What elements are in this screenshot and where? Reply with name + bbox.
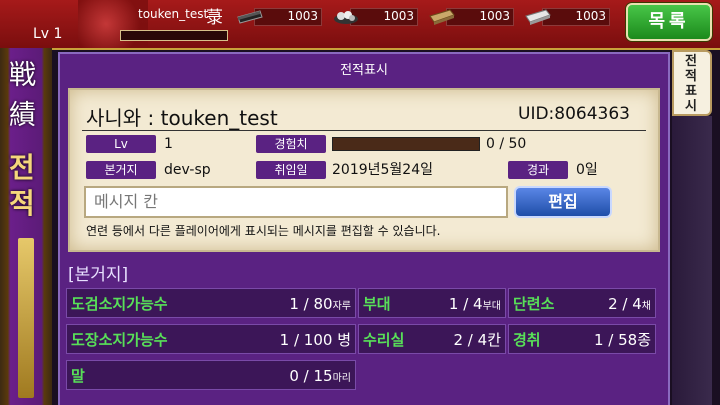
player-name: touken_test — [138, 7, 209, 21]
resource-steel: 1003 — [332, 7, 418, 26]
stat-label: 수리실 — [363, 331, 405, 349]
stat-label: 도검소지가능수 — [71, 295, 168, 313]
tab-record-display[interactable]: 전적표시 — [672, 50, 712, 116]
experience-tag: 경험치 — [256, 135, 326, 153]
resource-whetstone: 1003 — [524, 7, 610, 26]
resource-charcoal: 1003 — [236, 7, 322, 26]
stat-label: 경취 — [513, 331, 541, 349]
experience-value: 0 / 50 — [486, 136, 527, 152]
player-name-title: 사니와 : touken_test — [86, 106, 278, 130]
level-progress-bar — [120, 30, 228, 41]
stat-sword-capacity: 도검소지가능수 1 / 80자루 — [66, 288, 356, 318]
resource-cooling-material: 1003 — [428, 7, 514, 26]
screen-title-banner: 戦績 전적 — [0, 48, 52, 405]
level-value: 1 — [164, 136, 173, 152]
card-divider — [82, 130, 646, 131]
stat-unit: 자루 — [332, 301, 351, 312]
resource-value: 1003 — [479, 9, 510, 23]
joined-date-value: 2019년5월24일 — [332, 162, 433, 178]
stat-label: 단련소 — [513, 295, 555, 313]
stat-label: 말 — [71, 367, 85, 385]
elapsed-value: 0일 — [576, 162, 598, 178]
base-section-title: [본거지] — [68, 265, 129, 285]
stat-unit: 칸 — [487, 331, 501, 349]
banner-title-korean: 전적 — [9, 151, 35, 220]
stat-units: 부대 1 / 4부대 — [358, 288, 506, 318]
side-tab-strip — [672, 116, 712, 405]
base-value: dev-sp — [164, 162, 211, 178]
elapsed-tag: 경과 — [508, 161, 568, 179]
window-title: 전적표시 — [340, 63, 388, 78]
edit-message-button[interactable]: 편집 — [514, 186, 612, 218]
stat-unit: 종 — [637, 331, 651, 349]
stat-value: 1 / 58 — [593, 331, 638, 349]
tab-record-display-label: 전적표시 — [685, 54, 697, 114]
message-hint: 연련 등에서 다른 플레이어에게 표시되는 메시지를 편집할 수 있습니다. — [86, 224, 441, 238]
stat-scenery: 경취 1 / 58종 — [508, 324, 656, 354]
stat-value: 1 / 80 — [289, 295, 333, 313]
joined-date-tag: 취임일 — [256, 161, 326, 179]
resource-value: 1003 — [287, 9, 318, 23]
stat-value: 2 / 4 — [608, 295, 642, 313]
stat-unit: 채 — [641, 301, 651, 312]
resource-value: 1003 — [383, 9, 414, 23]
player-level: Lv 1 — [33, 26, 63, 42]
experience-progress-bar — [332, 137, 480, 151]
stat-unit: 마리 — [332, 373, 351, 384]
stat-value: 2 / 4 — [453, 331, 488, 349]
message-field[interactable]: 메시지 칸 — [84, 186, 508, 218]
base-tag: 본거지 — [86, 161, 156, 179]
stat-equipment-capacity: 도장소지가능수 1 / 100 병 — [66, 324, 356, 354]
banner-ribbon — [18, 238, 34, 398]
resource-value: 1003 — [575, 9, 606, 23]
stat-value: 0 / 15 — [289, 367, 333, 385]
player-crest-icon: 菉 — [206, 8, 223, 28]
stat-repair-room: 수리실 2 / 4칸 — [358, 324, 506, 354]
stat-value: 1 / 100 — [279, 331, 333, 349]
menu-list-button[interactable]: 목록 — [626, 3, 712, 41]
level-tag: Lv — [86, 135, 156, 153]
stat-label: 부대 — [363, 295, 391, 313]
stat-forge: 단련소 2 / 4채 — [508, 288, 656, 318]
stat-value: 1 / 4 — [448, 295, 483, 313]
stat-unit: 병 — [337, 331, 351, 349]
banner-title-cjk: 戦績 — [9, 60, 36, 131]
player-uid: UID:8064363 — [518, 104, 630, 124]
stat-horses: 말 0 / 15마리 — [66, 360, 356, 390]
stat-unit: 부대 — [482, 301, 501, 312]
stat-label: 도장소지가능수 — [71, 331, 168, 349]
